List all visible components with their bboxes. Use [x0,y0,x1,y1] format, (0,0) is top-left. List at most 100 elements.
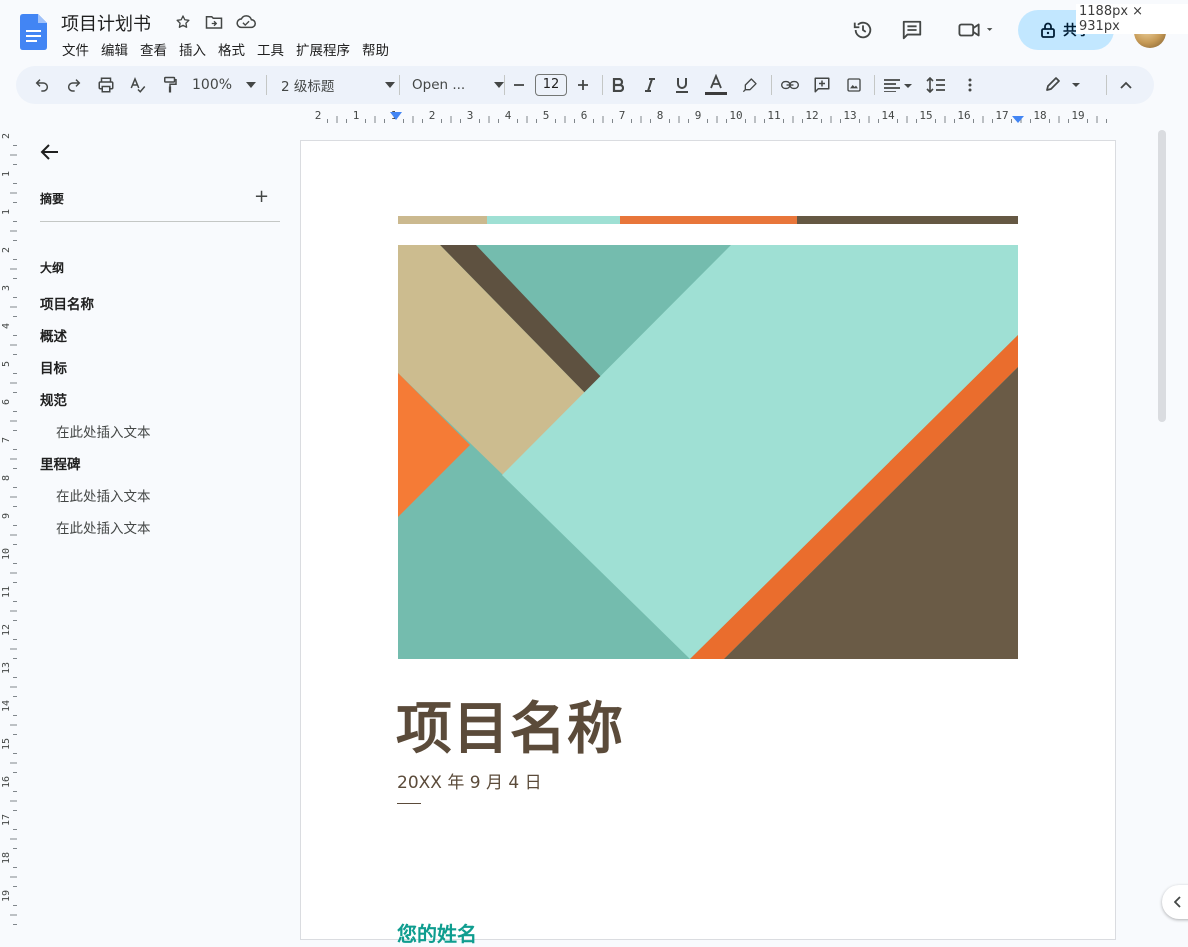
zoom-value: 100% [192,77,233,93]
ruler-label: 4 [505,109,512,122]
line-spacing-icon[interactable] [924,66,948,104]
outline-item-milestones[interactable]: 里程碑 [40,453,81,473]
spellcheck-icon[interactable] [126,66,150,104]
vertical-ruler-label: 2 [1,247,12,253]
menu-insert[interactable]: 插入 [173,37,212,61]
formatting-toolbar: 100% 2 级标题 Open ... 12 [16,66,1154,104]
horizontal-ruler[interactable]: 2112345678910111213141516171819 [300,106,1120,126]
text-color-icon[interactable] [704,66,728,104]
vertical-ruler-label: 14 [1,700,12,712]
decrease-font-size-icon[interactable] [510,66,528,104]
back-arrow-icon[interactable] [38,140,62,164]
cloud-saved-icon[interactable] [235,12,257,32]
align-select[interactable] [882,66,914,104]
outline-item-overview[interactable]: 概述 [40,325,67,345]
outline-item-specs-text[interactable]: 在此处插入文本 [56,421,151,441]
move-to-folder-icon[interactable] [203,12,225,32]
underline-icon[interactable] [672,66,692,104]
outline-heading: 大纲 [40,261,65,275]
ruler-label: 14 [881,109,895,122]
vertical-ruler[interactable]: 2112345678910111213141516171819 [0,126,18,930]
outline-item-specs[interactable]: 规范 [40,389,67,409]
color-bar-brown [797,216,1018,224]
menu-edit[interactable]: 编辑 [95,37,134,61]
lock-icon [1041,22,1055,38]
ruler-label: 7 [619,109,626,122]
paint-format-icon[interactable] [158,66,182,104]
ruler-label: 6 [581,109,588,122]
toolbar-divider [874,75,875,95]
ruler-label: 16 [957,109,970,122]
outline-item-milestones-text-1[interactable]: 在此处插入文本 [56,485,151,505]
ruler-label: 15 [919,109,932,122]
ruler-label: 11 [767,109,780,122]
version-history-icon[interactable] [845,12,881,48]
redo-icon[interactable] [62,66,86,104]
scrollbar-thumb[interactable] [1158,130,1166,422]
highlight-color-icon[interactable] [738,66,762,104]
ruler-label: 1 [353,109,360,122]
paragraph-style-value: 2 级标题 [281,79,335,95]
vertical-ruler-label: 16 [1,776,12,788]
ruler-label: 13 [843,109,856,122]
menu-tools[interactable]: 工具 [251,37,290,61]
add-summary-plus-icon[interactable]: + [254,186,269,207]
ruler-label: 10 [729,109,742,122]
vertical-ruler-label: 8 [1,475,12,481]
zoom-select[interactable]: 100% [192,66,256,104]
author-name[interactable]: 您的姓名 [397,918,477,947]
menu-extensions[interactable]: 扩展程序 [290,37,356,61]
font-family-select[interactable]: Open ... [412,66,504,104]
paragraph-style-select[interactable]: 2 级标题 [281,66,395,104]
side-panel-toggle-chevron-left-icon[interactable] [1162,885,1188,919]
document-title[interactable]: 项目计划书 [61,10,151,36]
menu-view[interactable]: 查看 [134,37,173,61]
print-icon[interactable] [94,66,118,104]
vertical-ruler-label: 1 [1,171,12,177]
project-date[interactable]: 20XX 年 9 月 4 日 [397,768,542,793]
insert-image-icon[interactable] [842,66,866,104]
undo-icon[interactable] [30,66,54,104]
vertical-ruler-label: 17 [1,814,12,826]
cover-image-geometric[interactable] [398,245,1018,659]
google-docs-logo-icon[interactable] [20,14,47,50]
vertical-ruler-label: 6 [1,399,12,405]
menu-file[interactable]: 文件 [56,37,95,61]
vertical-ruler-label: 1 [1,209,12,215]
decorative-color-bar [398,216,1018,224]
toolbar-divider [602,75,603,95]
vertical-ruler-label: 5 [1,361,12,367]
vertical-ruler-label: 15 [1,738,12,750]
increase-font-size-icon[interactable] [573,66,593,104]
menu-format[interactable]: 格式 [212,37,251,61]
title-underline-rule [397,803,421,804]
ruler-label: 19 [1071,109,1084,122]
bold-icon[interactable] [608,66,628,104]
ruler-label: 2 [315,109,322,122]
outline-item-project-name[interactable]: 项目名称 [40,293,94,313]
menu-help[interactable]: 帮助 [356,37,395,61]
ruler-label: 3 [467,109,474,122]
chevron-down-icon [385,82,395,88]
insert-comment-icon[interactable] [810,66,834,104]
vertical-ruler-label: 4 [1,323,12,329]
toolbar-divider [266,75,267,95]
font-size-input[interactable]: 12 [535,74,567,96]
right-indent-marker[interactable] [1012,116,1024,123]
vertical-ruler-label: 3 [1,285,12,291]
outline-item-milestones-text-2[interactable]: 在此处插入文本 [56,517,151,537]
outline-item-goals[interactable]: 目标 [40,357,67,377]
hide-menus-chevron-up-icon[interactable] [1116,66,1136,104]
insert-link-icon[interactable] [778,66,802,104]
editing-mode-select[interactable] [1042,66,1084,104]
more-options-icon[interactable] [960,66,980,104]
ruler-label: 17 [995,109,1008,122]
vertical-ruler-label: 9 [1,513,12,519]
comments-icon[interactable] [894,12,930,48]
meet-video-icon[interactable] [950,12,1000,48]
italic-icon[interactable] [640,66,660,104]
star-icon[interactable] [172,12,194,32]
ruler-label: 18 [1033,109,1046,122]
project-title-heading[interactable]: 项目名称 [396,684,624,765]
toolbar-divider [771,75,772,95]
